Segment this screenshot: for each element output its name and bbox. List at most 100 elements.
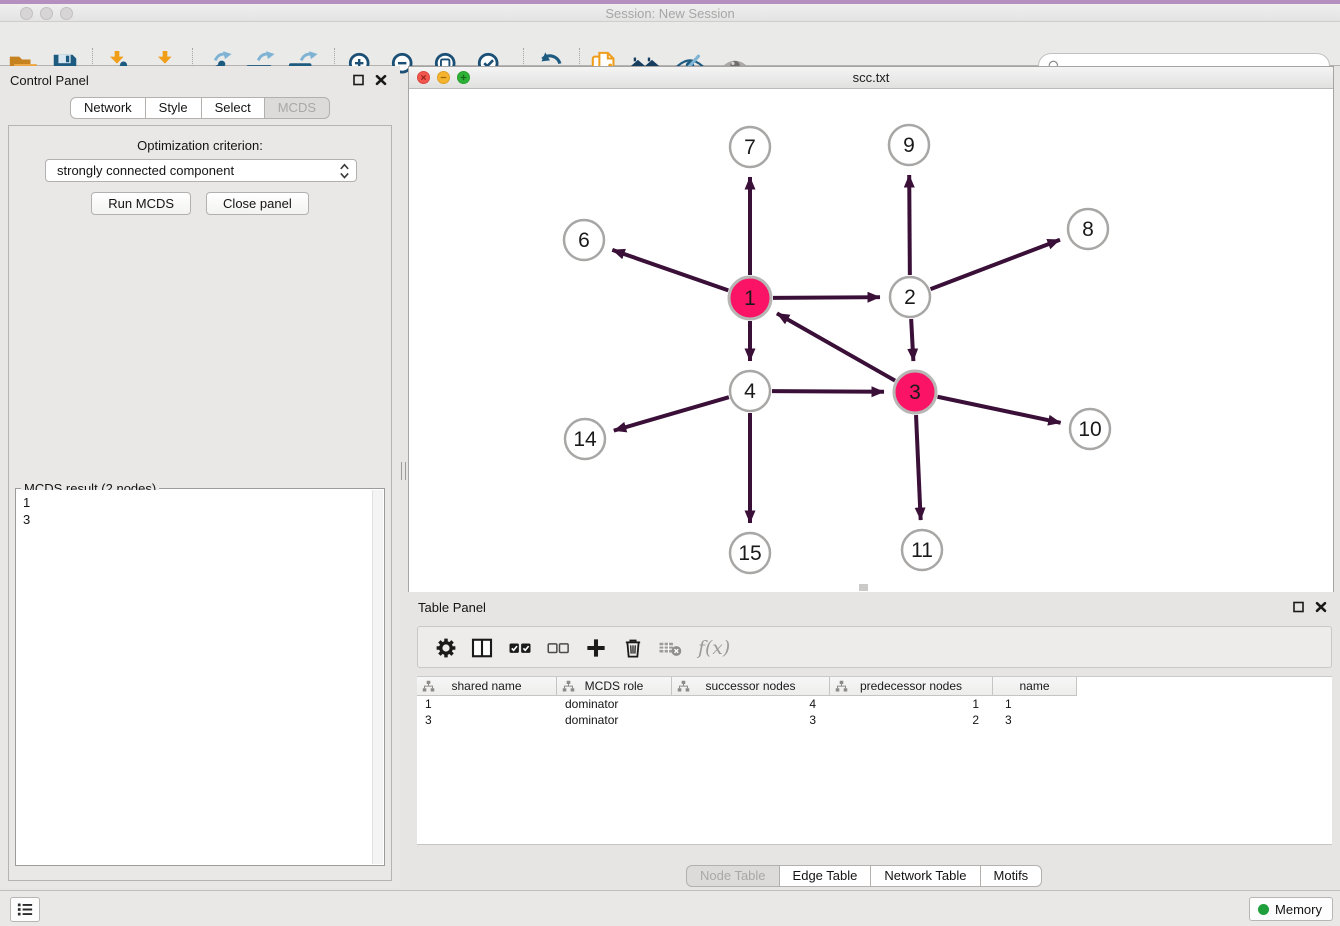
table-cell[interactable]: dominator: [557, 712, 672, 728]
delete-column-button[interactable]: [621, 636, 645, 660]
graph-edge-1-2[interactable]: [773, 297, 880, 298]
network-graph[interactable]: 1 2 3 4 6 7 8 9 10 11 14 15: [409, 89, 1333, 592]
column-header-mcds-role[interactable]: MCDS role: [557, 677, 672, 696]
tab-edge-table[interactable]: Edge Table: [779, 865, 872, 887]
close-panel-button[interactable]: Close panel: [206, 192, 309, 215]
network-view-window: scc.txt 1 2 3 4 6 7 8 9 10 11 14 15: [408, 66, 1334, 592]
delete-table-icon: [658, 636, 682, 660]
graph-node-3[interactable]: 3: [894, 371, 936, 413]
chevron-updown-icon: [339, 162, 350, 180]
table-cell[interactable]: 3: [417, 712, 557, 728]
graph-edge-4-14[interactable]: [614, 397, 729, 430]
table-panel-title: Table Panel: [418, 600, 486, 615]
graph-edge-3-10[interactable]: [938, 397, 1061, 423]
close-panel-icon[interactable]: [1314, 600, 1328, 614]
add-column-button[interactable]: [584, 636, 608, 660]
network-window-titlebar[interactable]: scc.txt: [409, 67, 1333, 89]
memory-button[interactable]: Memory: [1249, 897, 1333, 921]
table-cell[interactable]: 3: [993, 712, 1077, 728]
attribute-tree-icon: [835, 680, 848, 693]
table-panel: Table Panel f(x) shared name MCDS role suc…: [408, 592, 1340, 890]
table-cell[interactable]: 3: [672, 712, 830, 728]
graph-node-8[interactable]: 8: [1068, 209, 1108, 249]
mcds-result-list[interactable]: 13: [17, 490, 371, 864]
panel-divider-handle[interactable]: [401, 462, 406, 480]
table-cell[interactable]: 1: [993, 696, 1077, 712]
network-window-title: scc.txt: [409, 70, 1333, 85]
graph-node-label: 10: [1078, 418, 1101, 441]
table-settings-icon: [434, 636, 458, 660]
column-header-successor-nodes[interactable]: successor nodes: [672, 677, 830, 696]
column-label: predecessor nodes: [860, 679, 962, 693]
table-cell[interactable]: dominator: [557, 696, 672, 712]
column-header-predecessor-nodes[interactable]: predecessor nodes: [830, 677, 993, 696]
tab-mcds[interactable]: MCDS: [264, 97, 330, 119]
window-title: Session: New Session: [0, 6, 1340, 21]
graph-edge-1-6[interactable]: [612, 250, 728, 291]
graph-node-label: 14: [573, 428, 597, 451]
network-canvas[interactable]: 1 2 3 4 6 7 8 9 10 11 14 15: [409, 89, 1333, 592]
optimization-criterion-label: Optimization criterion:: [9, 138, 391, 153]
mcds-result-box: MCDS result (2 nodes) 13: [15, 488, 385, 866]
float-panel-icon[interactable]: [1292, 600, 1306, 614]
control-panel-tabs: NetworkStyleSelectMCDS: [70, 97, 330, 119]
graph-node-4[interactable]: 4: [730, 371, 770, 411]
add-column-icon: [584, 636, 608, 660]
show-columns-button[interactable]: [470, 636, 494, 660]
table-cell[interactable]: 4: [672, 696, 830, 712]
criterion-dropdown[interactable]: strongly connected component: [45, 159, 357, 182]
graph-node-label: 2: [904, 286, 916, 309]
graph-node-9[interactable]: 9: [889, 125, 929, 165]
memory-label: Memory: [1275, 902, 1322, 917]
graph-node-14[interactable]: 14: [565, 419, 605, 459]
graph-edge-3-1[interactable]: [777, 313, 895, 380]
graph-node-label: 3: [909, 381, 921, 404]
table-cell[interactable]: 1: [417, 696, 557, 712]
svg-text:f(x): f(x): [696, 638, 730, 659]
select-all-columns-button[interactable]: [508, 636, 532, 660]
graph-edge-4-3[interactable]: [772, 391, 884, 392]
graph-node-10[interactable]: 10: [1070, 409, 1110, 449]
float-panel-icon[interactable]: [352, 73, 366, 87]
graph-node-1[interactable]: 1: [729, 277, 771, 319]
control-panel: Control Panel NetworkStyleSelectMCDS Opt…: [0, 66, 400, 888]
graph-edge-2-3[interactable]: [911, 319, 913, 361]
attribute-tree-icon: [677, 680, 690, 693]
column-header-name[interactable]: name: [993, 677, 1077, 696]
table-row: 3dominator323: [417, 712, 1077, 728]
graph-node-15[interactable]: 15: [730, 533, 770, 573]
graph-edge-2-9[interactable]: [909, 175, 910, 275]
window-titlebar: Session: New Session: [0, 4, 1340, 22]
table-cell[interactable]: 2: [830, 712, 993, 728]
column-label: MCDS role: [585, 679, 644, 693]
graph-node-6[interactable]: 6: [564, 220, 604, 260]
tab-network-table[interactable]: Network Table: [870, 865, 980, 887]
mcds-panel: Optimization criterion: strongly connect…: [8, 125, 392, 881]
result-scrollbar[interactable]: [372, 490, 383, 864]
function-builder-button: f(x): [694, 636, 732, 660]
unselect-all-columns-button[interactable]: [546, 636, 570, 660]
function-builder-icon: f(x): [694, 636, 732, 660]
graph-node-label: 6: [578, 229, 590, 252]
column-header-shared-name[interactable]: shared name: [417, 677, 557, 696]
tab-node-table[interactable]: Node Table: [686, 865, 780, 887]
graph-node-label: 9: [903, 134, 915, 157]
tab-network[interactable]: Network: [70, 97, 146, 119]
graph-node-label: 4: [744, 380, 756, 403]
close-panel-icon[interactable]: [374, 73, 388, 87]
tab-motifs[interactable]: Motifs: [980, 865, 1043, 887]
graph-edge-3-11[interactable]: [916, 415, 921, 520]
graph-node-2[interactable]: 2: [890, 277, 930, 317]
table-cell[interactable]: 1: [830, 696, 993, 712]
tab-select[interactable]: Select: [201, 97, 265, 119]
graph-node-label: 1: [744, 287, 756, 310]
task-history-button[interactable]: [10, 897, 40, 922]
graph-node-label: 8: [1082, 218, 1094, 241]
table-settings-button[interactable]: [434, 636, 458, 660]
graph-edge-2-8[interactable]: [931, 240, 1060, 289]
graph-node-11[interactable]: 11: [902, 530, 942, 570]
graph-node-7[interactable]: 7: [730, 127, 770, 167]
run-mcds-button[interactable]: Run MCDS: [91, 192, 191, 215]
tab-style[interactable]: Style: [145, 97, 202, 119]
graph-node-label: 7: [744, 136, 756, 159]
